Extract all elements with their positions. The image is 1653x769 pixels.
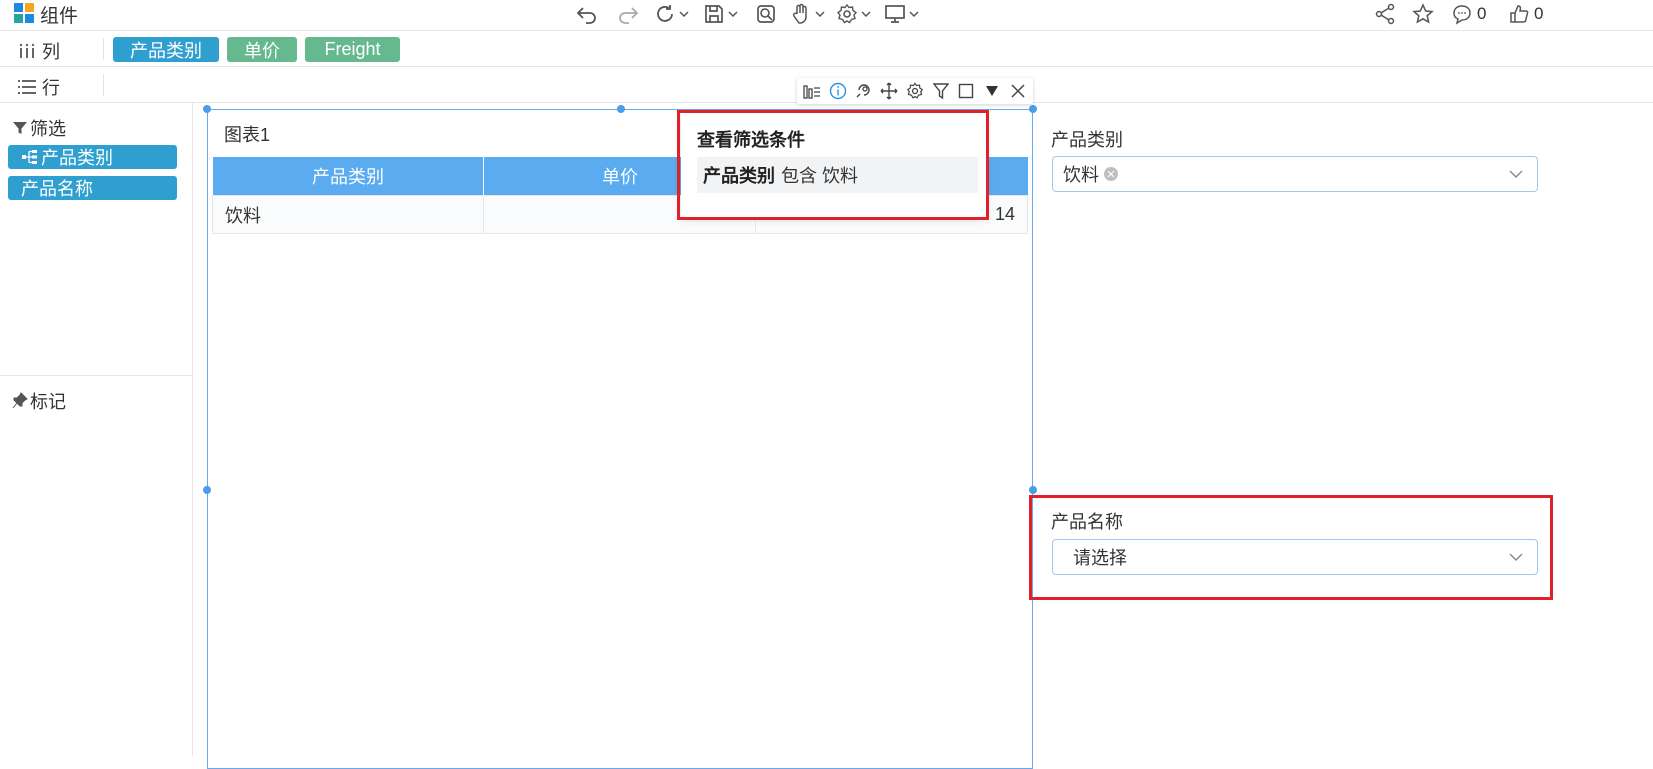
category-filter-label: 产品类别 xyxy=(1051,130,1123,150)
share-button[interactable] xyxy=(1374,2,1396,26)
columns-shelf: 列 产品类别 单价 Freight xyxy=(0,31,1653,67)
mark-heading-text: 标记 xyxy=(30,392,66,412)
chart-type-button[interactable] xyxy=(802,81,822,101)
component-filter-button[interactable] xyxy=(931,81,951,101)
undo-icon xyxy=(576,7,596,24)
refresh-icon xyxy=(657,5,673,22)
save-button[interactable] xyxy=(703,2,738,26)
filter-field-category[interactable]: 产品类别 xyxy=(8,145,177,169)
mark-section-heading: 标记 xyxy=(12,388,66,414)
columns-label: 列 xyxy=(42,42,60,62)
like-button[interactable]: 0 xyxy=(1508,2,1543,26)
filter-field-label: 产品名称 xyxy=(21,179,93,199)
app-title: 组件 xyxy=(40,6,79,27)
filter-field-product-name[interactable]: 产品名称 xyxy=(8,176,177,200)
comments-count: 0 xyxy=(1477,4,1487,23)
triangle-down-icon xyxy=(986,86,999,96)
resize-handle[interactable] xyxy=(1029,105,1037,113)
resize-handle[interactable] xyxy=(1029,486,1037,494)
component-toolbar xyxy=(797,78,1033,104)
selected-tag: 饮料 xyxy=(1063,165,1099,185)
filter-section-heading: 筛选 xyxy=(12,115,66,141)
redo-button[interactable] xyxy=(617,2,639,26)
comments-button[interactable]: 0 xyxy=(1451,2,1486,26)
likes-count: 0 xyxy=(1534,4,1544,23)
cell-category: 饮料 xyxy=(211,195,485,234)
refresh-button[interactable] xyxy=(654,2,689,26)
columns-icon xyxy=(19,43,35,58)
linkage-button[interactable] xyxy=(853,81,873,101)
info-icon xyxy=(829,82,846,100)
resize-handle[interactable] xyxy=(203,486,211,494)
left-pane: 筛选 产品类别 产品名称 标记 xyxy=(0,103,193,756)
gear-icon xyxy=(906,82,924,99)
resize-handle[interactable] xyxy=(203,105,211,113)
remove-tag-icon[interactable]: ✕ xyxy=(1104,167,1118,181)
resize-handle[interactable] xyxy=(617,105,625,113)
close-icon xyxy=(1011,84,1025,98)
hierarchy-icon xyxy=(22,150,37,164)
square-icon xyxy=(959,83,974,99)
comment-icon xyxy=(1453,5,1471,25)
pin-icon xyxy=(12,392,28,409)
star-icon xyxy=(1412,3,1434,24)
section-divider xyxy=(0,375,192,376)
view-filter-info-button[interactable] xyxy=(828,81,848,101)
column-pill-price[interactable]: 单价 xyxy=(227,37,297,62)
move-button[interactable] xyxy=(879,81,899,101)
rows-label: 行 xyxy=(42,78,60,98)
preview-icon xyxy=(757,5,775,23)
chevron-down-icon xyxy=(861,11,871,18)
chevron-down-icon xyxy=(1509,170,1523,178)
preview-button[interactable] xyxy=(755,2,777,26)
filter-heading-text: 筛选 xyxy=(30,119,66,139)
monitor-icon xyxy=(885,5,905,23)
move-icon xyxy=(880,82,898,100)
filter-icon xyxy=(13,122,27,134)
chart-title: 图表1 xyxy=(224,125,271,145)
interaction-button[interactable] xyxy=(790,2,825,26)
top-toolbar: 组件 0 0 xyxy=(0,0,1653,31)
column-pill-category[interactable]: 产品类别 xyxy=(113,37,219,62)
settings-button[interactable] xyxy=(836,2,871,26)
chart-type-icon xyxy=(803,85,820,99)
link-icon xyxy=(856,84,871,98)
save-icon xyxy=(705,5,723,23)
redo-icon xyxy=(619,7,639,24)
component-settings-button[interactable] xyxy=(905,81,925,101)
close-component-button[interactable] xyxy=(1008,81,1028,101)
share-icon xyxy=(1375,3,1395,25)
present-button[interactable] xyxy=(884,2,919,26)
rows-shelf-label: 行 xyxy=(18,74,60,100)
filter-icon xyxy=(932,83,949,100)
gear-icon xyxy=(836,3,858,24)
category-filter-select[interactable]: 饮料 ✕ xyxy=(1052,156,1538,192)
app-logo-icon xyxy=(14,3,34,23)
rows-icon xyxy=(18,80,36,94)
favorite-button[interactable] xyxy=(1412,2,1434,26)
shelf-divider xyxy=(103,38,104,60)
highlight-box xyxy=(1029,495,1553,600)
hand-icon xyxy=(792,3,807,24)
column-header-category[interactable]: 产品类别 xyxy=(212,157,485,196)
columns-shelf-label: 列 xyxy=(18,38,60,64)
undo-button[interactable] xyxy=(576,2,598,26)
maximize-button[interactable] xyxy=(956,81,976,101)
highlight-box xyxy=(677,110,989,220)
filter-field-label: 产品类别 xyxy=(41,148,113,168)
chevron-down-icon xyxy=(909,11,919,18)
column-pill-freight[interactable]: Freight xyxy=(305,37,400,62)
chevron-down-icon xyxy=(815,11,825,18)
thumbs-up-icon xyxy=(1510,5,1529,23)
chevron-down-icon xyxy=(728,11,738,18)
shelf-divider xyxy=(103,74,104,96)
chevron-down-icon xyxy=(679,11,689,18)
more-options-button[interactable] xyxy=(982,81,1002,101)
